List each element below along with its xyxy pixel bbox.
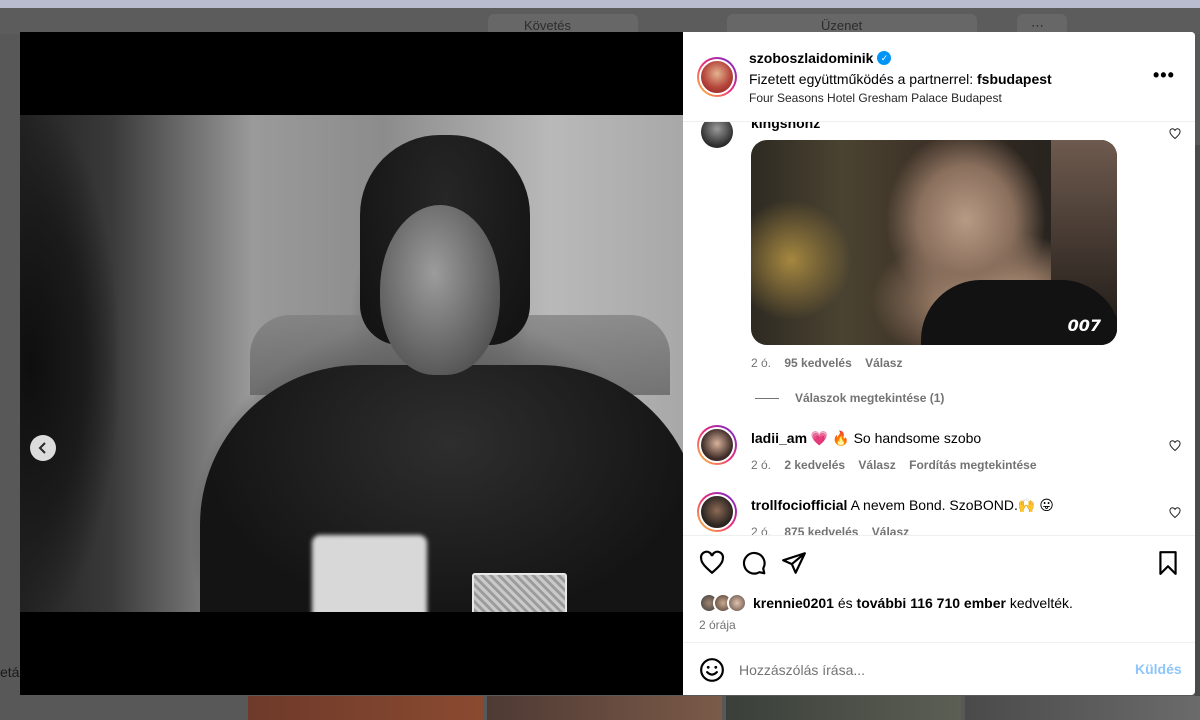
comment-likes[interactable]: 2 kedvelés [784, 458, 845, 472]
background-thumbnails [248, 696, 1200, 720]
background-column [1195, 145, 1200, 697]
avatar[interactable] [701, 122, 733, 148]
post-location[interactable]: Four Seasons Hotel Gresham Palace Budape… [749, 91, 1002, 105]
smiley-icon[interactable] [699, 657, 725, 683]
heart-icon[interactable] [1169, 128, 1181, 140]
likes-count-link[interactable]: további 116 710 ember [857, 595, 1006, 611]
paper-plane-icon[interactable] [781, 550, 807, 576]
comment-likes[interactable]: 95 kedvelés [784, 356, 851, 370]
translate-button[interactable]: Fordítás megtekintése [909, 458, 1036, 472]
more-horizontal-icon[interactable]: ••• [1153, 66, 1175, 84]
comment-username[interactable]: ladii_am [751, 430, 807, 446]
background-thumb [726, 696, 961, 720]
avatar[interactable] [697, 492, 737, 532]
chevron-left-icon[interactable] [30, 435, 56, 461]
heart-icon[interactable] [1169, 440, 1181, 452]
background-text: etá [0, 664, 20, 680]
comment-gif[interactable]: 007 [751, 140, 1117, 345]
comment-icon[interactable] [741, 550, 767, 576]
paid-partnership: Fizetett együttműködés a partnerrel: fsb… [749, 71, 1052, 87]
liker-username[interactable]: krennie0201 [753, 595, 834, 611]
likes-summary: krennie0201 és további 116 710 ember ked… [699, 593, 1073, 613]
reply-button[interactable]: Válasz [858, 458, 895, 472]
comment-likes[interactable]: 875 kedvelés [784, 525, 858, 535]
gif-logo: 007 [1067, 316, 1101, 335]
comment-meta: 2 ó. 875 kedvelés Válasz [751, 525, 919, 535]
send-button[interactable]: Küldés [1135, 661, 1182, 677]
comment-composer: Küldés [683, 642, 1195, 695]
view-replies-button[interactable]: Válaszok megtekintése (1) [755, 391, 944, 405]
comment-time: 2 ó. [751, 458, 772, 472]
comment-input[interactable] [739, 659, 1119, 681]
post-username[interactable]: szoboszlaidominik ✓ [749, 50, 892, 66]
post-photo [20, 115, 683, 612]
comment-username[interactable]: trollfociofficial [751, 497, 847, 513]
comment-text: 💗 🔥 So handsome szobo [810, 430, 982, 446]
comment-time: 2 ó. [751, 525, 772, 535]
reply-button[interactable]: Válasz [865, 356, 902, 370]
heart-icon[interactable] [699, 550, 725, 576]
comments-list: kingshonz 007 2 ó. 95 kedvelés Válasz Vá… [683, 122, 1195, 535]
post-actions: krennie0201 és további 116 710 ember ked… [683, 535, 1195, 642]
post-details-panel: szoboszlaidominik ✓ Fizetett együttműköd… [683, 32, 1195, 695]
comment-time: 2 ó. [751, 356, 772, 370]
avatar[interactable] [727, 593, 747, 613]
avatar[interactable] [697, 57, 737, 97]
background-thumb [248, 696, 483, 720]
background-thumb [965, 696, 1200, 720]
post-media-viewer [20, 32, 683, 695]
verified-badge-icon: ✓ [877, 51, 892, 65]
browser-top-bar [0, 0, 1200, 8]
comment-meta: 2 ó. 2 kedvelés Válasz Fordítás megtekin… [751, 458, 1047, 472]
background-thumb [487, 696, 722, 720]
comment-username[interactable]: kingshonz [751, 122, 820, 131]
post-header: szoboszlaidominik ✓ Fizetett együttműköd… [683, 32, 1195, 122]
comment-meta: 2 ó. 95 kedvelés Válasz [751, 356, 912, 370]
partner-link[interactable]: fsbudapest [977, 71, 1052, 87]
post-timestamp[interactable]: 2 órája [699, 618, 736, 632]
avatar[interactable] [697, 425, 737, 465]
reply-button[interactable]: Válasz [872, 525, 909, 535]
comment-text: A nevem Bond. SzoBOND.🙌 😛 [850, 497, 1054, 513]
heart-icon[interactable] [1169, 507, 1181, 519]
bookmark-icon[interactable] [1155, 550, 1181, 576]
